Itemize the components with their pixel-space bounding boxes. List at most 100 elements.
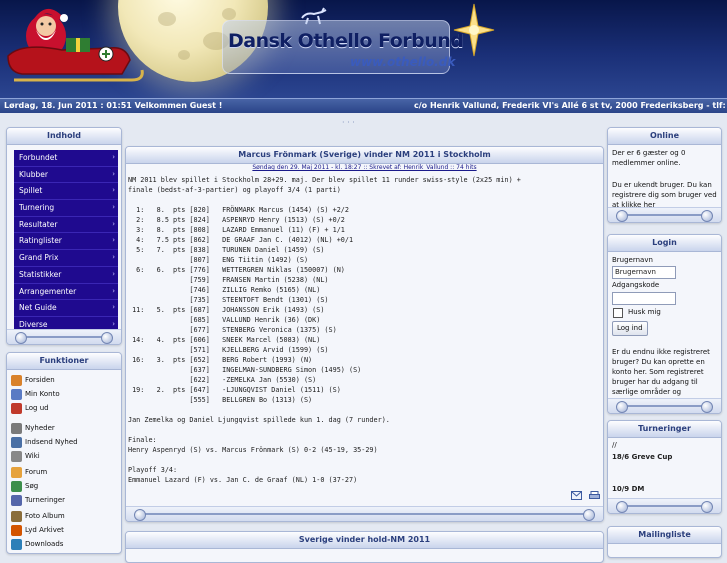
- scroll-right-knob[interactable]: [701, 501, 713, 513]
- chevron-right-icon: ›: [112, 303, 115, 312]
- password-input[interactable]: [612, 292, 676, 305]
- function-link-indsend-nyhed[interactable]: Indsend Nyhed: [11, 435, 78, 449]
- function-label: Forsiden: [25, 376, 55, 384]
- info-bar: Lørdag, 18. Jun 2011 : 01:51 Velkommen G…: [0, 98, 727, 113]
- download-icon: [11, 538, 22, 550]
- mailinglist-title: Mailingliste: [608, 527, 721, 544]
- content-menu: Forbundet › Klubber › Spillet › Turnering › Resu…: [14, 150, 118, 334]
- tournament-icon: [11, 494, 22, 506]
- separator-dots: · · ·: [342, 118, 355, 127]
- scroll-left-knob[interactable]: [616, 210, 628, 222]
- tournament-item[interactable]: 10/9 DM: [612, 485, 644, 493]
- function-label: Log ud: [25, 404, 49, 412]
- chevron-right-icon: ›: [112, 253, 115, 262]
- menu-item-net-guide[interactable]: Net Guide ›: [14, 300, 118, 317]
- article-header: Marcus Frönmark (Sverige) vinder NM 2011…: [126, 147, 603, 164]
- menu-item-klubber[interactable]: Klubber ›: [14, 166, 118, 184]
- online-title: Online: [608, 128, 721, 145]
- site-header: Dansk Othello Forbund www.othello.dk: [0, 0, 727, 98]
- scroll-right-knob[interactable]: [101, 332, 113, 344]
- chevron-right-icon: ›: [112, 219, 115, 228]
- scroll-right-knob[interactable]: [701, 210, 713, 222]
- menu-item-turnering[interactable]: Turnering ›: [14, 200, 118, 217]
- function-label: Turneringer: [25, 496, 66, 504]
- function-link-nyheder[interactable]: Nyheder: [11, 421, 55, 435]
- panel-scrollbar[interactable]: [7, 329, 121, 344]
- menu-item-statistikker[interactable]: Statistikker ›: [14, 266, 118, 284]
- chevron-right-icon: ›: [112, 186, 115, 195]
- logout-icon: [11, 402, 22, 414]
- functions-title: Funktioner: [7, 353, 121, 370]
- scroll-left-knob[interactable]: [15, 332, 27, 344]
- chevron-right-icon: ›: [112, 169, 115, 178]
- scroll-right-knob[interactable]: [701, 401, 713, 413]
- article-scrollbar[interactable]: [126, 506, 603, 521]
- function-label: Lyd Arkivet: [25, 526, 64, 534]
- function-link-min-konto[interactable]: Min Konto: [11, 387, 60, 401]
- chevron-right-icon: ›: [112, 236, 115, 245]
- next-article-title[interactable]: Sverige vinder hold-NM 2011: [126, 532, 603, 549]
- function-link-s-g[interactable]: Søg: [11, 479, 38, 493]
- menu-item-label: Arrangementer: [19, 286, 77, 296]
- menu-item-label: Net Guide: [19, 303, 57, 313]
- panel-scrollbar[interactable]: [608, 398, 721, 413]
- scroll-left-knob[interactable]: [616, 501, 628, 513]
- menu-item-label: Grand Prix: [19, 253, 59, 263]
- forum-icon: [11, 466, 22, 478]
- user-icon: [11, 388, 22, 400]
- menu-item-grand-prix[interactable]: Grand Prix ›: [14, 250, 118, 267]
- menu-item-forbundet[interactable]: Forbundet ›: [14, 150, 118, 167]
- function-label: Forum: [25, 468, 48, 476]
- menu-item-label: Spillet: [19, 186, 43, 196]
- next-article-panel: Sverige vinder hold-NM 2011: [125, 531, 604, 563]
- function-link-lyd-arkivet[interactable]: Lyd Arkivet: [11, 523, 64, 537]
- online-count-text: Der er 6 gæster og 0 medlemmer online.: [612, 149, 686, 167]
- username-label: Brugernavn: [612, 256, 653, 264]
- function-link-downloads[interactable]: Downloads: [11, 537, 63, 551]
- article-title[interactable]: Marcus Frönmark (Sverige) vinder NM 2011…: [238, 150, 490, 159]
- function-label: Indsend Nyhed: [25, 438, 78, 446]
- login-button[interactable]: Log ind: [612, 321, 648, 336]
- remember-checkbox[interactable]: [613, 308, 623, 318]
- tournament-item[interactable]: 18/6 Greve Cup: [612, 453, 672, 461]
- email-icon[interactable]: [570, 491, 582, 500]
- function-link-forsiden[interactable]: Forsiden: [11, 373, 55, 387]
- panel-scrollbar[interactable]: [608, 207, 721, 222]
- chevron-right-icon: ›: [112, 203, 115, 212]
- scroll-right-knob[interactable]: [583, 509, 595, 521]
- home-icon: [11, 374, 22, 386]
- site-url[interactable]: www.othello.dk: [350, 55, 455, 69]
- menu-item-ratinglister[interactable]: Ratinglister ›: [14, 233, 118, 251]
- password-label: Adgangskode: [612, 281, 660, 289]
- tournament-mark: //: [612, 441, 617, 449]
- menu-item-spillet[interactable]: Spillet ›: [14, 183, 118, 201]
- function-link-turneringer[interactable]: Turneringer: [11, 493, 65, 507]
- contact-marquee[interactable]: c/o Henrik Vallund, Frederik VI's Allé 6…: [414, 99, 727, 113]
- function-link-foto-album[interactable]: Foto Album: [11, 509, 65, 523]
- panel-scrollbar[interactable]: [608, 498, 721, 513]
- print-icon[interactable]: [589, 491, 600, 500]
- tournaments-panel: Turneringer // 18/6 Greve Cup 10/9 DM: [607, 420, 722, 514]
- function-link-log-ud[interactable]: Log ud: [11, 401, 49, 415]
- function-link-forum[interactable]: Forum: [11, 465, 47, 479]
- search-icon: [11, 480, 22, 492]
- function-label: Min Konto: [25, 390, 60, 398]
- anonymous-user-text[interactable]: Du er ukendt bruger. Du kan registrere d…: [612, 180, 720, 210]
- santa-sleigh-graphic: [7, 8, 144, 82]
- function-link-wiki[interactable]: Wiki: [11, 449, 40, 463]
- content-menu-panel: Indhold Forbundet › Klubber › Spillet › Turner…: [6, 127, 122, 345]
- login-title: Login: [608, 235, 721, 252]
- article-actions: [570, 485, 600, 504]
- chevron-right-icon: ›: [112, 153, 115, 161]
- submit-news-icon: [11, 436, 22, 448]
- online-panel: Online Der er 6 gæster og 0 medlemmer on…: [607, 127, 722, 223]
- date-welcome-text: Lørdag, 18. Jun 2011 : 01:51 Velkommen G…: [4, 101, 223, 110]
- scroll-left-knob[interactable]: [616, 401, 628, 413]
- menu-item-label: Turnering: [19, 203, 55, 213]
- scroll-left-knob[interactable]: [134, 509, 146, 521]
- username-input[interactable]: Brugernavn: [612, 266, 676, 279]
- menu-item-arrangementer[interactable]: Arrangementer ›: [14, 283, 118, 301]
- tournaments-title: Turneringer: [608, 421, 721, 438]
- menu-item-resultater[interactable]: Resultater ›: [14, 216, 118, 234]
- site-title[interactable]: Dansk Othello Forbund: [228, 30, 464, 52]
